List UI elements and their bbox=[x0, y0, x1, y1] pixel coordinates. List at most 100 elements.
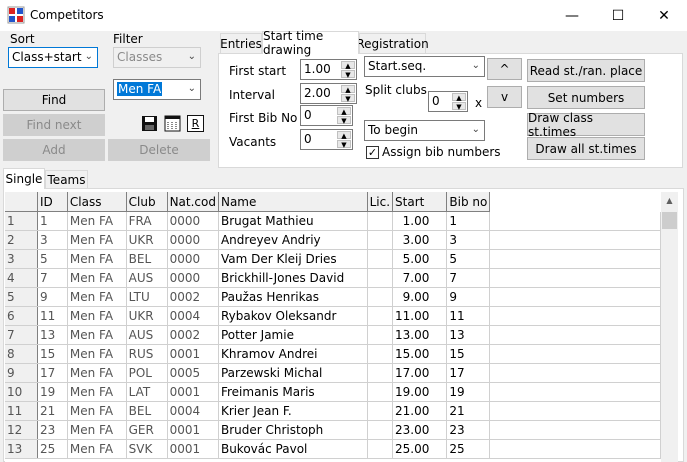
save-icon[interactable] bbox=[141, 115, 158, 132]
cell-class[interactable]: Men FA bbox=[67, 211, 127, 231]
header-rownum[interactable] bbox=[5, 192, 38, 212]
vertical-scrollbar[interactable]: ▲ bbox=[661, 192, 678, 462]
cell-start[interactable]: 11.00 bbox=[392, 306, 448, 326]
cell-bib-no[interactable]: 15 bbox=[446, 344, 491, 364]
cell-id[interactable]: 17 bbox=[37, 363, 68, 383]
cell-nat-code[interactable]: 0000 bbox=[167, 249, 219, 269]
cell-lic[interactable] bbox=[367, 382, 394, 402]
read-start-place-button[interactable]: Read st./ran. place bbox=[527, 59, 645, 82]
cell-rownum[interactable]: 11 bbox=[5, 401, 38, 421]
table-row[interactable]: 5 9 Men FA LTU 0002 Paužas Henrikas 9.00 9 bbox=[5, 287, 661, 307]
cell-bib-no[interactable]: 21 bbox=[446, 401, 491, 421]
cell-start[interactable]: 17.00 bbox=[392, 363, 448, 383]
down-arrow-icon[interactable]: ▼ bbox=[337, 140, 351, 149]
split-clubs-spinner[interactable]: 0 ▲ ▼ bbox=[428, 91, 468, 112]
delete-button[interactable]: Delete bbox=[108, 139, 210, 161]
header-club[interactable]: Club bbox=[126, 192, 168, 212]
cell-bib-no[interactable]: 1 bbox=[446, 211, 491, 231]
set-numbers-button[interactable]: Set numbers bbox=[527, 86, 645, 109]
first-start-spinner[interactable]: 1.00 ▲ ▼ bbox=[300, 59, 357, 80]
cell-start[interactable]: 13.00 bbox=[392, 325, 448, 345]
draw-all-start-times-button[interactable]: Draw all st.times bbox=[527, 137, 645, 160]
cell-club[interactable]: AUS bbox=[126, 268, 168, 288]
cell-club[interactable]: LAT bbox=[126, 382, 168, 402]
cell-id[interactable]: 11 bbox=[37, 306, 68, 326]
cell-bib-no[interactable]: 5 bbox=[446, 249, 491, 269]
add-button[interactable]: Add bbox=[3, 139, 105, 161]
cell-rownum[interactable]: 7 bbox=[5, 325, 38, 345]
cell-nat-code[interactable]: 0002 bbox=[167, 325, 219, 345]
tab-entries[interactable]: Entries bbox=[220, 33, 262, 53]
header-bib-no[interactable]: Bib no bbox=[446, 192, 491, 212]
cell-class[interactable]: Men FA bbox=[67, 306, 127, 326]
cell-rownum[interactable]: 3 bbox=[5, 249, 38, 269]
cell-class[interactable]: Men FA bbox=[67, 363, 127, 383]
cell-id[interactable]: 9 bbox=[37, 287, 68, 307]
cell-rownum[interactable]: 4 bbox=[5, 268, 38, 288]
cell-start[interactable]: 5.00 bbox=[392, 249, 448, 269]
cell-lic[interactable] bbox=[367, 211, 394, 231]
cell-id[interactable]: 19 bbox=[37, 382, 68, 402]
cell-start[interactable]: 7.00 bbox=[392, 268, 448, 288]
cell-id[interactable]: 13 bbox=[37, 325, 68, 345]
tab-single[interactable]: Single bbox=[3, 168, 45, 189]
cell-start[interactable]: 19.00 bbox=[392, 382, 448, 402]
cell-class[interactable]: Men FA bbox=[67, 249, 127, 269]
up-arrow-icon[interactable]: ▲ bbox=[341, 85, 355, 94]
cell-id[interactable]: 3 bbox=[37, 230, 68, 250]
cell-club[interactable]: RUS bbox=[126, 344, 168, 364]
cell-nat-code[interactable]: 0001 bbox=[167, 420, 219, 440]
cell-class[interactable]: Men FA bbox=[67, 325, 127, 345]
up-arrow-icon[interactable]: ▲ bbox=[337, 131, 351, 140]
cell-bib-no[interactable]: 13 bbox=[446, 325, 491, 345]
header-class[interactable]: Class bbox=[67, 192, 127, 212]
scroll-thumb[interactable] bbox=[662, 212, 677, 229]
cell-bib-no[interactable]: 17 bbox=[446, 363, 491, 383]
minimize-button[interactable]: — bbox=[549, 0, 595, 31]
table-row[interactable]: 12 23 Men FA GER 0001 Bruder Christoph 23.00 23 bbox=[5, 420, 661, 440]
cell-start[interactable]: 21.00 bbox=[392, 401, 448, 421]
cell-name[interactable]: Krier Jean F. bbox=[218, 401, 368, 421]
cell-lic[interactable] bbox=[367, 363, 394, 383]
cell-name[interactable]: Freimanis Maris bbox=[218, 382, 368, 402]
down-arrow-icon[interactable]: ▼ bbox=[341, 94, 355, 103]
cell-rownum[interactable]: 2 bbox=[5, 230, 38, 250]
cell-class[interactable]: Men FA bbox=[67, 344, 127, 364]
cell-club[interactable]: AUS bbox=[126, 325, 168, 345]
cell-nat-code[interactable]: 0002 bbox=[167, 287, 219, 307]
cell-club[interactable]: POL bbox=[126, 363, 168, 383]
cell-nat-code[interactable]: 0001 bbox=[167, 344, 219, 364]
table-row[interactable]: 10 19 Men FA LAT 0001 Freimanis Maris 19.00 19 bbox=[5, 382, 661, 402]
cell-nat-code[interactable]: 0000 bbox=[167, 268, 219, 288]
move-down-button[interactable]: v bbox=[487, 86, 522, 108]
cell-lic[interactable] bbox=[367, 268, 394, 288]
cell-id[interactable]: 15 bbox=[37, 344, 68, 364]
tab-start-time-drawing[interactable]: Start time drawing bbox=[262, 29, 359, 57]
table-row[interactable]: 13 25 Men FA SVK 0001 Bukovác Pavol 25.00 25 bbox=[5, 439, 661, 459]
close-button[interactable]: ✕ bbox=[641, 0, 687, 31]
cell-nat-code[interactable]: 0004 bbox=[167, 306, 219, 326]
cell-name[interactable]: Bruder Christoph bbox=[218, 420, 368, 440]
vacants-spinner[interactable]: 0 ▲ ▼ bbox=[300, 129, 353, 150]
cell-club[interactable]: GER bbox=[126, 420, 168, 440]
cell-lic[interactable] bbox=[367, 439, 394, 459]
cell-rownum[interactable]: 5 bbox=[5, 287, 38, 307]
assign-bib-checkbox[interactable]: ✓ bbox=[366, 146, 379, 159]
cell-id[interactable]: 25 bbox=[37, 439, 68, 459]
find-button[interactable]: Find bbox=[3, 89, 105, 111]
cell-rownum[interactable]: 12 bbox=[5, 420, 38, 440]
cell-start[interactable]: 25.00 bbox=[392, 439, 448, 459]
filter-class-dropdown[interactable]: Classes ⌄ bbox=[113, 47, 201, 68]
up-arrow-icon[interactable]: ▲ bbox=[452, 93, 466, 102]
cell-class[interactable]: Men FA bbox=[67, 382, 127, 402]
cell-club[interactable]: LTU bbox=[126, 287, 168, 307]
cell-name[interactable]: Parzewski Michal bbox=[218, 363, 368, 383]
cell-nat-code[interactable]: 0005 bbox=[167, 363, 219, 383]
cell-class[interactable]: Men FA bbox=[67, 401, 127, 421]
table-row[interactable]: 1 1 Men FA FRA 0000 Brugat Mathieu 1.00 1 bbox=[5, 211, 661, 231]
cell-rownum[interactable]: 8 bbox=[5, 344, 38, 364]
cell-club[interactable]: BEL bbox=[126, 249, 168, 269]
header-name[interactable]: Name bbox=[218, 192, 368, 212]
cell-id[interactable]: 5 bbox=[37, 249, 68, 269]
cell-name[interactable]: Brugat Mathieu bbox=[218, 211, 368, 231]
